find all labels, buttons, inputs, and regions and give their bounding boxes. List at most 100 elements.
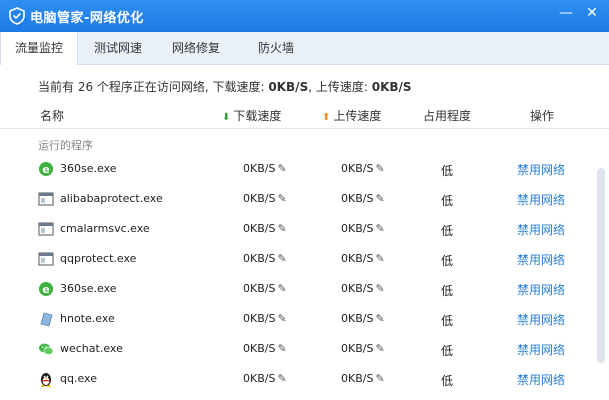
- download-value: 0KB/S: [243, 192, 276, 205]
- header-action: 操作: [530, 109, 555, 123]
- upload-value: 0KB/S: [341, 222, 374, 235]
- program-name: wechat.exe: [60, 342, 123, 355]
- edit-pencil-icon[interactable]: ✎: [375, 282, 384, 295]
- tab-firewall[interactable]: 防火墙: [238, 32, 314, 64]
- edit-pencil-icon[interactable]: ✎: [277, 282, 286, 295]
- header-upload[interactable]: ⬆ 上传速度: [322, 107, 381, 124]
- disable-network-link[interactable]: 禁用网络: [517, 281, 565, 298]
- download-speed: 0KB/S ✎: [243, 252, 287, 265]
- upload-value: 0KB/S: [341, 372, 374, 385]
- summary-prefix: 当前有 26 个程序正在访问网络, 下载速度:: [38, 80, 269, 94]
- upload-speed: 0KB/S ✎: [341, 312, 385, 325]
- edit-pencil-icon[interactable]: ✎: [277, 192, 286, 205]
- disable-network-link[interactable]: 禁用网络: [517, 341, 565, 358]
- header-divider: [0, 128, 609, 129]
- table-row: e 360se.exe 0KB/S ✎ 0KB/S ✎ 低 禁用网络: [0, 154, 596, 184]
- edit-pencil-icon[interactable]: ✎: [277, 162, 286, 175]
- tab-network-repair[interactable]: 网络修复: [160, 32, 232, 64]
- program-name: 360se.exe: [60, 282, 117, 295]
- summary-upload: 0KB/S: [371, 80, 412, 94]
- close-button[interactable]: ✕: [580, 4, 604, 22]
- edit-pencil-icon[interactable]: ✎: [375, 252, 384, 265]
- program-name: 360se.exe: [60, 162, 117, 175]
- app-window-icon: [38, 252, 54, 266]
- table-row: hnote.exe 0KB/S ✎ 0KB/S ✎ 低 禁用网络: [0, 304, 596, 334]
- app-window-icon: [38, 192, 54, 206]
- table-row: e 360se.exe 0KB/S ✎ 0KB/S ✎ 低 禁用网络: [0, 274, 596, 304]
- shield-icon: [9, 7, 25, 25]
- tab-speed-test[interactable]: 测试网速: [82, 32, 154, 64]
- header-occupancy[interactable]: 占用程度: [423, 107, 471, 124]
- edit-pencil-icon[interactable]: ✎: [277, 342, 286, 355]
- header-download-label: 下载速度: [233, 109, 282, 123]
- edit-pencil-icon[interactable]: ✎: [375, 222, 384, 235]
- table-row: qqprotect.exe 0KB/S ✎ 0KB/S ✎ 低 禁用网络: [0, 244, 596, 274]
- download-value: 0KB/S: [243, 222, 276, 235]
- upload-speed: 0KB/S ✎: [341, 252, 385, 265]
- occupancy-level: 低: [441, 224, 454, 238]
- download-speed: 0KB/S ✎: [243, 192, 287, 205]
- program-name: qq.exe: [60, 372, 97, 385]
- edit-pencil-icon[interactable]: ✎: [375, 312, 384, 325]
- edit-pencil-icon[interactable]: ✎: [375, 342, 384, 355]
- disable-network-link[interactable]: 禁用网络: [517, 371, 565, 388]
- table-row: cmalarmsvc.exe 0KB/S ✎ 0KB/S ✎ 低 禁用网络: [0, 214, 596, 244]
- upload-value: 0KB/S: [341, 282, 374, 295]
- download-speed: 0KB/S ✎: [243, 282, 287, 295]
- download-value: 0KB/S: [243, 372, 276, 385]
- occupancy-level: 低: [441, 344, 454, 358]
- program-name: qqprotect.exe: [60, 252, 137, 265]
- scrollbar[interactable]: [597, 168, 605, 363]
- occupancy-level: 低: [441, 164, 454, 178]
- upload-speed: 0KB/S ✎: [341, 342, 385, 355]
- download-speed: 0KB/S ✎: [243, 222, 287, 235]
- upload-speed: 0KB/S ✎: [341, 222, 385, 235]
- occupancy-level: 低: [441, 194, 454, 208]
- edit-pencil-icon[interactable]: ✎: [277, 222, 286, 235]
- summary-middle: , 上传速度:: [308, 80, 372, 94]
- disable-network-link[interactable]: 禁用网络: [517, 311, 565, 328]
- summary-line: 当前有 26 个程序正在访问网络, 下载速度: 0KB/S, 上传速度: 0KB…: [38, 78, 412, 95]
- edit-pencil-icon[interactable]: ✎: [375, 162, 384, 175]
- download-value: 0KB/S: [243, 162, 276, 175]
- table-row: alibabaprotect.exe 0KB/S ✎ 0KB/S ✎ 低 禁用网络: [0, 184, 596, 214]
- program-name: cmalarmsvc.exe: [60, 222, 150, 235]
- download-speed: 0KB/S ✎: [243, 162, 287, 175]
- table-header: 名称 ⬇ 下载速度 ⬆ 上传速度 占用程度 操作: [0, 105, 609, 125]
- minimize-button[interactable]: —: [554, 4, 578, 22]
- download-value: 0KB/S: [243, 342, 276, 355]
- edit-pencil-icon[interactable]: ✎: [277, 252, 286, 265]
- edit-pencil-icon[interactable]: ✎: [277, 372, 286, 385]
- edit-pencil-icon[interactable]: ✎: [375, 372, 384, 385]
- title-bar: 电脑管家-网络优化 — ✕: [0, 0, 609, 32]
- edit-pencil-icon[interactable]: ✎: [375, 192, 384, 205]
- header-name[interactable]: 名称: [40, 107, 64, 124]
- qq-penguin-icon: [41, 373, 51, 387]
- download-speed: 0KB/S ✎: [243, 312, 287, 325]
- table-row: qq.exe 0KB/S ✎ 0KB/S ✎ 低 禁用网络: [0, 364, 596, 394]
- header-download[interactable]: ⬇ 下载速度: [222, 107, 281, 124]
- table-row: wechat.exe 0KB/S ✎ 0KB/S ✎ 低 禁用网络: [0, 334, 596, 364]
- download-value: 0KB/S: [243, 252, 276, 265]
- disable-network-link[interactable]: 禁用网络: [517, 221, 565, 238]
- edit-pencil-icon[interactable]: ✎: [277, 312, 286, 325]
- upload-value: 0KB/S: [341, 252, 374, 265]
- upload-value: 0KB/S: [341, 192, 374, 205]
- program-name: alibabaprotect.exe: [60, 192, 163, 205]
- occupancy-level: 低: [441, 254, 454, 268]
- tab-traffic-monitor[interactable]: 流量监控: [0, 32, 78, 65]
- ie-icon: e: [39, 162, 53, 176]
- program-name: hnote.exe: [60, 312, 115, 325]
- note-icon: [40, 312, 53, 327]
- group-label-running: 运行的程序: [38, 139, 93, 152]
- disable-network-link[interactable]: 禁用网络: [517, 251, 565, 268]
- download-speed: 0KB/S ✎: [243, 342, 287, 355]
- occupancy-level: 低: [441, 374, 454, 388]
- download-speed: 0KB/S ✎: [243, 372, 287, 385]
- summary-download: 0KB/S: [268, 80, 309, 94]
- disable-network-link[interactable]: 禁用网络: [517, 161, 565, 178]
- window-title: 电脑管家-网络优化: [30, 11, 144, 26]
- disable-network-link[interactable]: 禁用网络: [517, 191, 565, 208]
- upload-value: 0KB/S: [341, 312, 374, 325]
- wechat-icon: [39, 343, 54, 355]
